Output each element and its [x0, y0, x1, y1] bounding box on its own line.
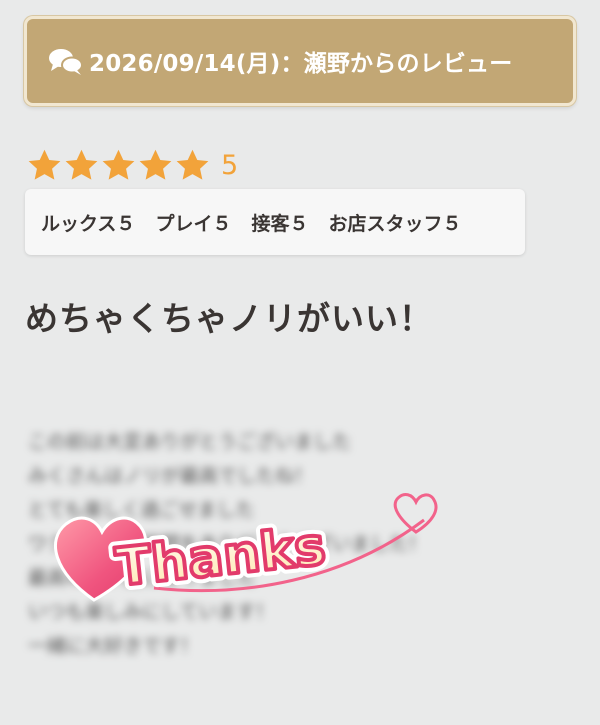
- review-title: めちゃくちゃノリがいい！: [25, 299, 433, 338]
- star-icon: [28, 149, 61, 180]
- thanks-heart-stamp-icon: Thanks Thanks: [44, 480, 444, 630]
- star-icon: [102, 149, 135, 180]
- review-body-line: 一緒に大好きです！: [28, 635, 200, 657]
- star-list: [26, 147, 211, 184]
- score-staff: お店スタッフ５: [328, 212, 462, 235]
- star-icon: [176, 149, 209, 180]
- review-header: 2026/09/14(月)：瀬野からのレビュー: [24, 16, 576, 106]
- star-icon: [139, 149, 172, 180]
- star-icon: [65, 149, 98, 180]
- rating-value: 5: [221, 149, 239, 181]
- chat-bubbles-icon: [47, 46, 85, 76]
- score-service: 接客５: [251, 212, 309, 235]
- review-header-title: 2026/09/14(月)：瀬野からのレビュー: [89, 51, 513, 77]
- star-rating: 5: [26, 145, 238, 185]
- review-body-line: この前は大変ありがとうございました: [28, 431, 352, 453]
- score-breakdown: ルックス５ プレイ５ 接客５ お店スタッフ５: [25, 189, 525, 255]
- score-play: プレイ５: [155, 212, 232, 235]
- score-looks: ルックス５: [41, 212, 136, 235]
- thanks-text: Thanks: [113, 517, 328, 599]
